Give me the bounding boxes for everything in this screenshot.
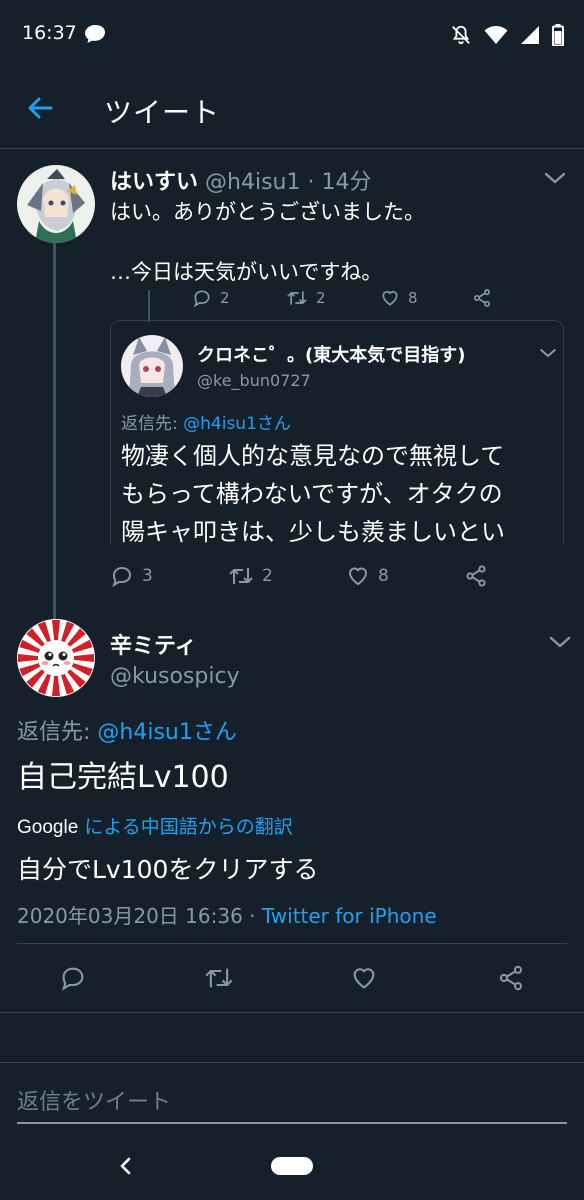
hidden-action-bar: 2 2 8 xyxy=(192,288,498,310)
heart-icon xyxy=(382,290,398,306)
heart-icon xyxy=(348,567,368,586)
wifi-icon xyxy=(484,26,508,44)
tweet-text-line: …今日は天気がいいですね。 xyxy=(110,260,383,284)
tweet-action-bar: 3 2 8 xyxy=(110,564,570,590)
back-arrow-icon xyxy=(28,97,53,119)
quote-text: 物凄く個人的な意見なので無視して もらって構わないですが、オタクの 陽キャ叩きは… xyxy=(121,442,505,545)
retweet-icon xyxy=(287,291,307,305)
tweet-timestamp: 2020年03月20日 16:36 xyxy=(17,904,243,928)
status-icons xyxy=(450,22,564,48)
reply-input-underline xyxy=(17,1122,567,1124)
divider xyxy=(0,1062,584,1063)
share-icon[interactable] xyxy=(472,288,492,308)
chat-notification-icon xyxy=(85,25,105,43)
chevron-down-icon[interactable] xyxy=(543,170,567,186)
chevron-down-icon[interactable] xyxy=(539,347,557,359)
main-handle[interactable]: @kusospicy xyxy=(110,664,240,689)
page-title: ツイート xyxy=(104,96,221,129)
quote-thread-line xyxy=(148,290,150,322)
heart-icon[interactable] xyxy=(350,964,378,992)
main-action-bar xyxy=(0,962,584,996)
quote-display-name[interactable]: クロネこ゜。(東大本気で目指す) xyxy=(197,341,465,367)
translation-attribution[interactable]: Google による中国語からの翻訳 xyxy=(17,812,293,839)
quote-reply-to: 返信先: @h4isu1さん xyxy=(121,414,291,434)
quoted-tweet[interactable]: クロネこ゜。(東大本気で目指す) @ke_bun0727 返信先: @h4isu… xyxy=(110,320,564,545)
thread-line xyxy=(53,243,56,625)
google-logo: Google xyxy=(17,817,79,838)
main-display-name[interactable]: 辛ミティ xyxy=(110,628,197,660)
share-icon[interactable] xyxy=(464,564,488,588)
handle[interactable]: @h4isu1 xyxy=(205,170,300,195)
tweet-time: 14分 xyxy=(321,170,372,195)
status-time: 16:37 xyxy=(22,22,77,44)
reply-count-small[interactable]: 2 xyxy=(192,288,230,308)
like-count-small[interactable]: 8 xyxy=(380,288,418,308)
reply-icon xyxy=(112,566,132,588)
cell-signal-icon xyxy=(521,26,539,44)
reply-input[interactable]: 返信をツイート xyxy=(17,1084,171,1116)
avatar-kuronekoo[interactable] xyxy=(121,335,183,397)
reply-icon xyxy=(193,290,210,308)
main-reply-to: 返信先: @h4isu1さん xyxy=(17,720,237,745)
tweet-meta: 2020年03月20日 16:36 · Twitter for iPhone xyxy=(17,904,437,928)
translation-link[interactable]: による中国語からの翻訳 xyxy=(84,816,292,838)
display-name[interactable]: はいすい xyxy=(110,170,198,195)
like-button[interactable]: 8 xyxy=(346,564,389,588)
reply-button[interactable]: 3 xyxy=(110,564,153,588)
tweet-text-line: はい。ありがとうございました。 xyxy=(110,200,425,224)
divider xyxy=(17,943,567,944)
retweet-button[interactable]: 2 xyxy=(228,564,273,588)
quote-handle[interactable]: @ke_bun0727 xyxy=(197,371,311,390)
app-header xyxy=(0,70,584,149)
reply-to-link[interactable]: @h4isu1さん xyxy=(97,720,236,745)
battery-icon xyxy=(552,24,564,46)
reply-to-link[interactable]: @h4isu1さん xyxy=(183,414,291,434)
tweet-source[interactable]: Twitter for iPhone xyxy=(262,904,437,928)
reply-icon[interactable] xyxy=(59,964,87,992)
parent-tweet-header: はいすい @h4isu1 · 14分 xyxy=(110,164,371,196)
share-icon[interactable] xyxy=(497,964,525,992)
nav-back-icon[interactable] xyxy=(118,1156,134,1176)
divider xyxy=(0,1012,584,1013)
retweet-icon[interactable] xyxy=(203,964,235,992)
avatar-haisui[interactable] xyxy=(17,165,95,243)
chevron-down-icon[interactable] xyxy=(548,634,572,650)
avatar-karamity[interactable] xyxy=(17,619,95,697)
status-bar: 16:37 xyxy=(0,0,584,70)
translated-text: 自分でLv100をクリアする xyxy=(17,855,319,884)
notifications-off-icon xyxy=(452,25,470,45)
separator: · xyxy=(307,170,315,195)
main-tweet-text: 自己完結Lv100 xyxy=(17,760,229,795)
home-pill[interactable] xyxy=(271,1157,313,1175)
retweet-icon xyxy=(229,568,253,584)
back-button[interactable] xyxy=(22,90,58,126)
retweet-count-small[interactable]: 2 xyxy=(286,288,326,308)
